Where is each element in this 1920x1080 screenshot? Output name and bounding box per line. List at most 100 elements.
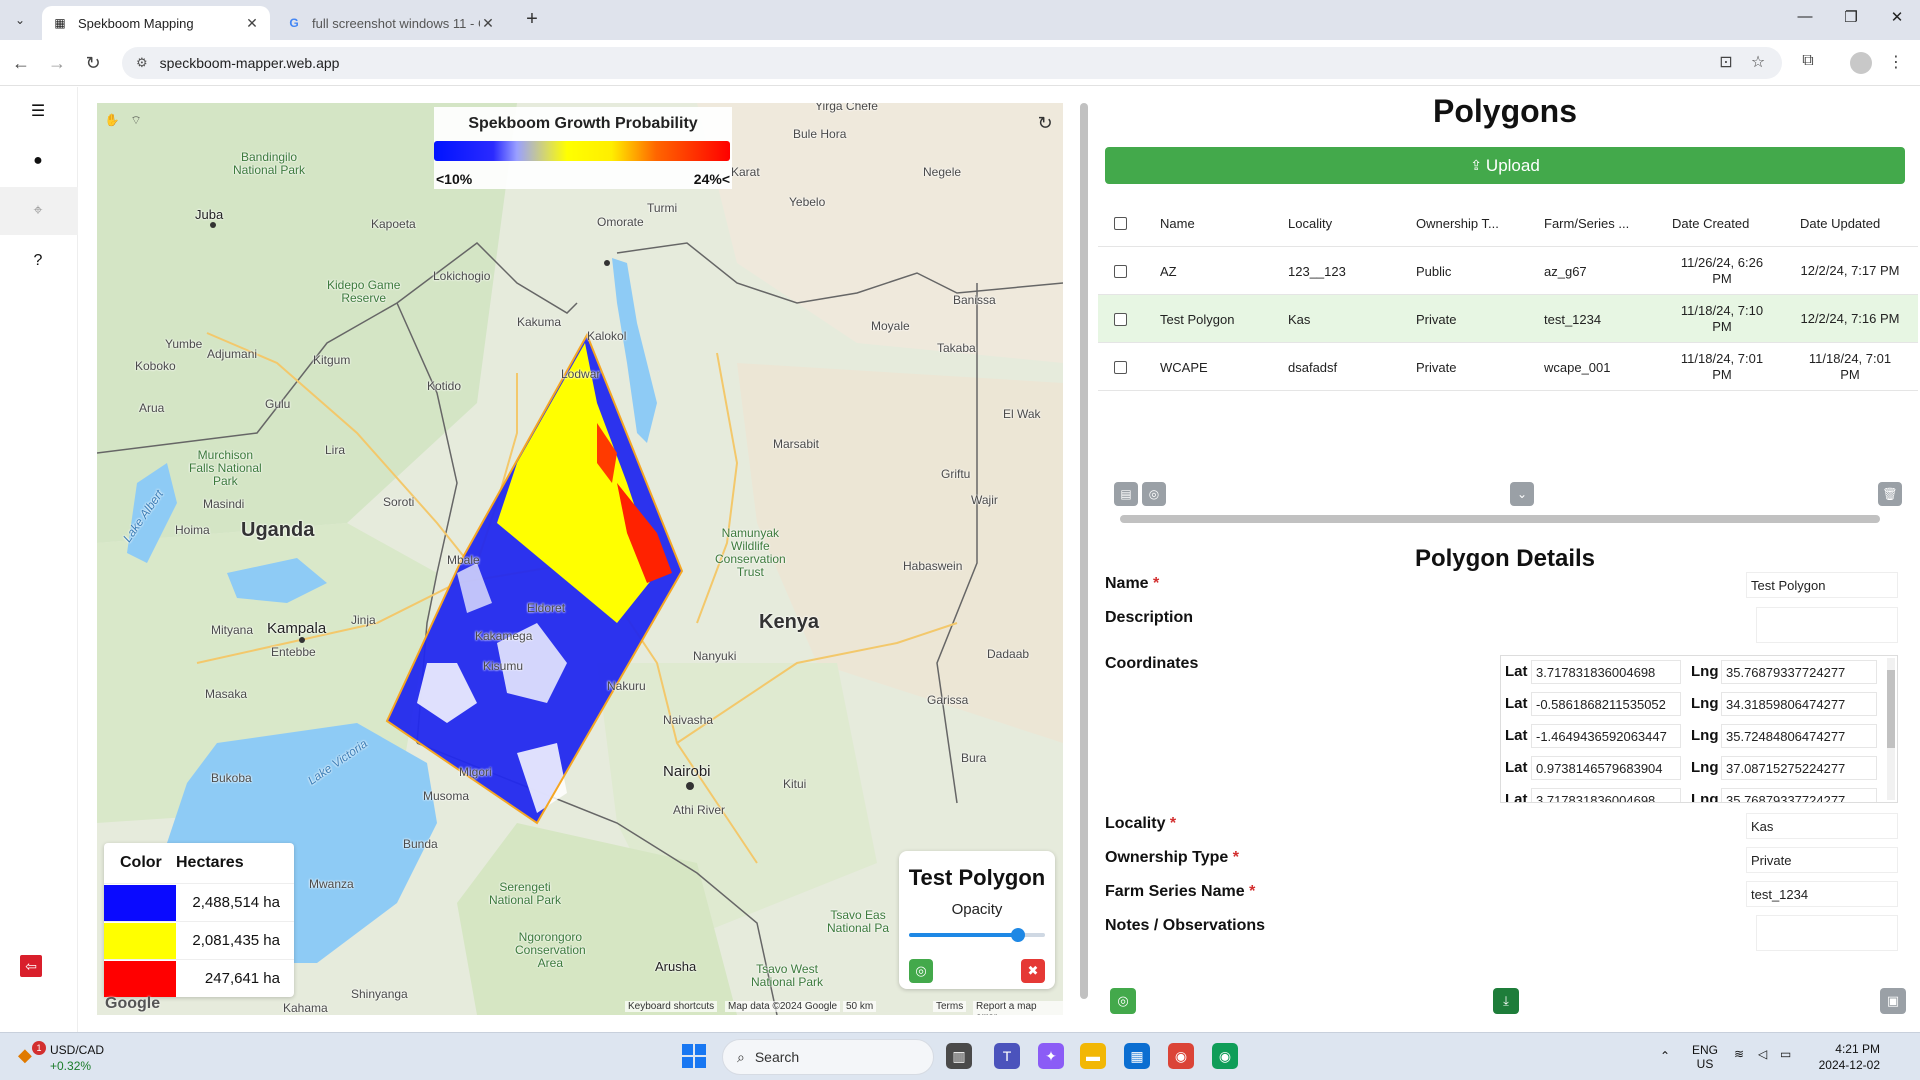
row-checkbox[interactable]	[1114, 247, 1127, 295]
page-scrollbar[interactable]	[1080, 103, 1088, 999]
close-tab-icon[interactable]: ✕	[244, 15, 260, 32]
column-date-created[interactable]: Date Created	[1672, 199, 1782, 247]
map-label-jinja: Jinja	[351, 613, 376, 627]
wifi-icon[interactable]: ≋	[1734, 1047, 1744, 1061]
volume-icon[interactable]: ◁	[1758, 1047, 1767, 1061]
lat-input[interactable]: 3.717831836004698	[1531, 660, 1681, 684]
save-icon[interactable]: ▣	[1880, 988, 1906, 1014]
draw-polygon-icon[interactable]: ⌖	[24, 197, 52, 225]
column-locality[interactable]: Locality	[1288, 199, 1398, 247]
expand-chevron-icon[interactable]: ⌄	[1510, 482, 1534, 506]
tab-google-search[interactable]: G full screenshot windows 11 - Go ✕	[276, 6, 506, 40]
chrome-icon[interactable]: ◉	[1168, 1043, 1194, 1069]
draw-shape-icon[interactable]: ⌔	[127, 111, 145, 129]
battery-icon[interactable]: ▭	[1780, 1047, 1791, 1061]
select-all-checkbox[interactable]	[1114, 199, 1127, 247]
reset-map-icon[interactable]: ↻	[1033, 111, 1057, 135]
farm-series-input[interactable]: test_1234	[1746, 881, 1898, 907]
user-account-icon[interactable]: ●	[24, 147, 52, 175]
column-farm-series[interactable]: Farm/Series ...	[1544, 199, 1654, 247]
keyboard-shortcuts-link[interactable]: Keyboard shortcuts	[625, 1001, 718, 1012]
pan-hand-icon[interactable]: ✋	[103, 111, 121, 129]
help-icon[interactable]: ?	[24, 247, 52, 275]
upload-button[interactable]: ⇪ Upload	[1105, 147, 1905, 184]
close-tab-icon[interactable]: ✕	[480, 15, 496, 32]
locate-polygon-icon[interactable]: ◎	[909, 959, 933, 983]
map-label-bura: Bura	[961, 751, 987, 765]
table-row[interactable]: WCAPE dsafadsf Private wcape_001 11/18/2…	[1098, 343, 1918, 391]
store-icon[interactable]: ▦	[1124, 1043, 1150, 1069]
name-input[interactable]: Test Polygon	[1746, 572, 1898, 598]
browser-menu-icon[interactable]: ⋮	[1884, 52, 1908, 76]
terms-link[interactable]: Terms	[933, 1001, 967, 1012]
locate-icon[interactable]: ◎	[1142, 482, 1166, 506]
bookmark-star-icon[interactable]: ☆	[1746, 52, 1770, 76]
windows-start-icon[interactable]	[682, 1044, 706, 1068]
window-close-icon[interactable]: ✕	[1882, 8, 1912, 32]
copilot-icon[interactable]: ✦	[1038, 1043, 1064, 1069]
locate-details-icon[interactable]: ◎	[1110, 988, 1136, 1014]
site-info-icon[interactable]: ⚙	[136, 55, 148, 71]
table-horizontal-scrollbar[interactable]	[1120, 515, 1880, 523]
lng-input[interactable]: 35.76879337724277	[1721, 788, 1877, 802]
row-checkbox[interactable]	[1114, 343, 1127, 391]
report-error-link[interactable]: Report a map error	[973, 1001, 1063, 1015]
lat-input[interactable]: -0.5861868211535052	[1531, 692, 1681, 716]
map-canvas[interactable]: Uganda Kenya Juba Kampala Nairobi Eldore…	[97, 103, 1063, 1015]
market-widget[interactable]: ◆ 1 USD/CAD +0.32%	[18, 1041, 148, 1075]
task-view-icon[interactable]: ▥	[946, 1043, 972, 1069]
tab-spekboom[interactable]: ▦ Spekboom Mapping ✕	[42, 6, 270, 40]
lng-input[interactable]: 35.72484806474277	[1721, 724, 1877, 748]
extensions-icon[interactable]: ⧉	[1796, 52, 1820, 76]
map-label-wajir: Wajir	[971, 493, 998, 507]
upload-icon: ⇪	[1470, 157, 1482, 173]
map-view-icon[interactable]: ▤	[1114, 482, 1138, 506]
menu-hamburger-icon[interactable]: ☰	[24, 97, 52, 125]
reload-icon[interactable]: ↻	[80, 50, 106, 76]
lat-input[interactable]: -1.4649436592063447	[1531, 724, 1681, 748]
opacity-slider-thumb[interactable]	[1010, 928, 1025, 942]
new-tab-button[interactable]: +	[520, 8, 544, 32]
table-row-selected[interactable]: Test Polygon Kas Private test_1234 11/18…	[1098, 295, 1918, 343]
column-date-updated[interactable]: Date Updated	[1800, 199, 1910, 247]
file-explorer-icon[interactable]: ▬	[1080, 1043, 1106, 1069]
logout-icon[interactable]: ⇦	[20, 955, 42, 977]
cell-farm: test_1234	[1544, 311, 1602, 327]
back-icon[interactable]: ←	[8, 50, 34, 76]
locality-input[interactable]: Kas	[1746, 813, 1898, 839]
row-checkbox[interactable]	[1114, 295, 1127, 343]
restore-icon[interactable]: ❐	[1836, 8, 1866, 32]
lng-input[interactable]: 35.76879337724277	[1721, 660, 1877, 684]
lng-input[interactable]: 37.08715275224277	[1721, 756, 1877, 780]
chrome-profile-icon[interactable]: ◉	[1212, 1043, 1238, 1069]
column-ownership[interactable]: Ownership T...	[1416, 199, 1526, 247]
teams-icon[interactable]: T	[994, 1043, 1020, 1069]
url-field[interactable]: ⚙ speckboom-mapper.web.app	[122, 47, 1782, 79]
remove-layer-icon[interactable]: ✖	[1021, 959, 1045, 983]
table-row[interactable]: AZ 123__123 Public az_g67 11/26/24, 6:26…	[1098, 247, 1918, 295]
map-label-karat: Karat	[731, 165, 760, 179]
taskbar-search[interactable]: ⌕ Search	[722, 1039, 934, 1075]
language-indicator[interactable]: ENG US	[1692, 1043, 1718, 1071]
tab-search-icon[interactable]: ⌄	[8, 8, 32, 32]
notes-field[interactable]	[1756, 915, 1898, 951]
column-name[interactable]: Name	[1160, 199, 1270, 247]
coordinates-scrollbar[interactable]	[1887, 658, 1895, 800]
description-field[interactable]	[1756, 607, 1898, 643]
profile-avatar[interactable]	[1850, 52, 1872, 74]
app-sidebar: ☰ ● ⌖ ? ⇦	[0, 87, 78, 1032]
cell-name: AZ	[1160, 263, 1177, 279]
tray-overflow-icon[interactable]: ⌃	[1660, 1049, 1670, 1063]
table-header: Name Locality Ownership T... Farm/Series…	[1098, 199, 1918, 247]
coordinates-list[interactable]: Lat 3.717831836004698 Lng 35.76879337724…	[1500, 655, 1898, 803]
lat-input[interactable]: 0.9738146579683904	[1531, 756, 1681, 780]
clock[interactable]: 4:21 PM 2024-12-02	[1810, 1041, 1880, 1073]
delete-icon[interactable]: 🗑	[1878, 482, 1902, 506]
install-app-icon[interactable]: ⊡	[1714, 52, 1738, 76]
ownership-select[interactable]: Private	[1746, 847, 1898, 873]
lng-input[interactable]: 34.31859806474277	[1721, 692, 1877, 716]
forward-icon[interactable]: →	[44, 50, 70, 76]
lat-input[interactable]: 3.717831836004698	[1531, 788, 1681, 802]
minimize-icon[interactable]: —	[1790, 8, 1820, 32]
download-icon[interactable]: ⤓	[1493, 988, 1519, 1014]
